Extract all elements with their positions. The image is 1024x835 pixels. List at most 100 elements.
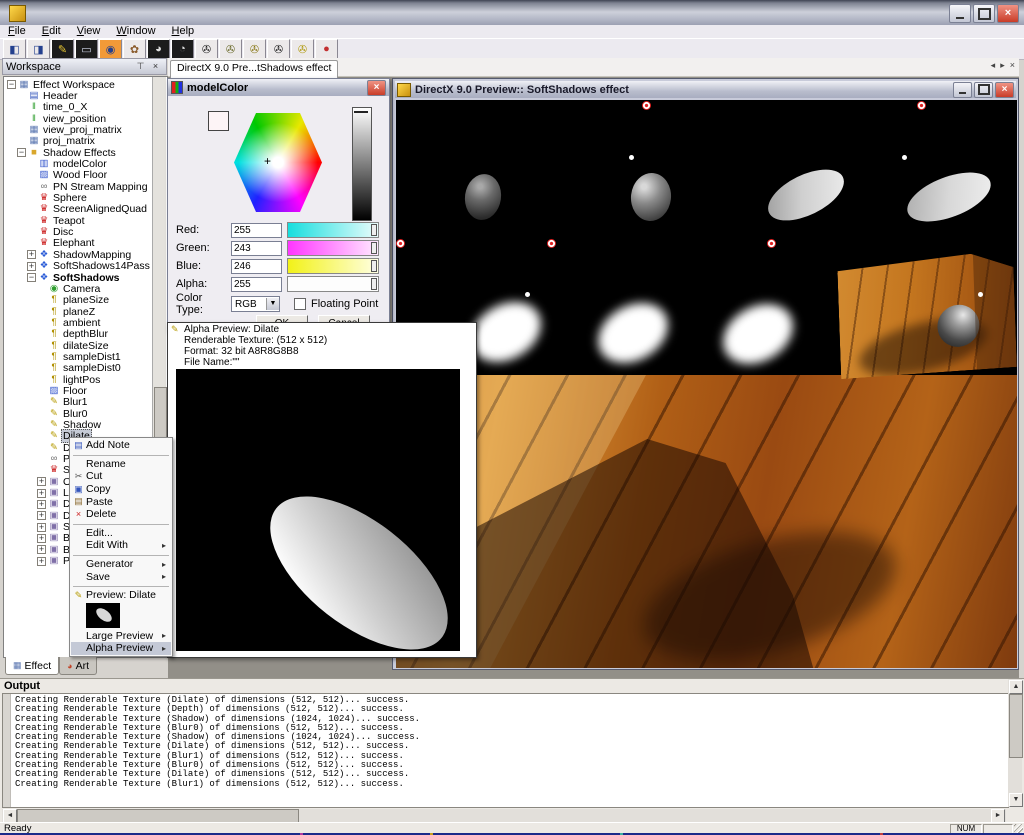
tab-scroll-left-icon[interactable]: ◂ [991, 60, 996, 71]
dialog-close-button[interactable]: × [367, 80, 386, 96]
context-menu-item[interactable]: ▸ [73, 586, 169, 587]
output-vscroll-thumb[interactable] [1009, 694, 1023, 758]
tree-expander[interactable]: + [37, 477, 46, 486]
tree-item[interactable]: ✎ Blur1 [5, 397, 151, 408]
tab-scroll-right-icon[interactable]: ▸ [1000, 60, 1005, 71]
tree-item[interactable]: − ❖ SoftShadows [5, 272, 151, 283]
toolbar-button[interactable]: ◨ [27, 39, 50, 59]
channel-slider[interactable] [287, 276, 379, 292]
preview-minimize-button[interactable] [953, 82, 972, 98]
tree-expander[interactable]: + [37, 500, 46, 509]
context-menu-item[interactable]: ▸ [71, 602, 171, 630]
channel-value-input[interactable]: 255 [231, 223, 282, 238]
channel-value-input[interactable]: 246 [231, 259, 282, 274]
toolbar-button[interactable]: ◉ [99, 39, 122, 59]
output-log[interactable]: Creating Renderable Texture (Dilate) of … [2, 693, 1009, 808]
tree-item[interactable]: ¶ lightPos [5, 374, 151, 385]
tree-item[interactable]: ‖ time_0_X [5, 102, 151, 113]
tree-item[interactable]: ♛ Teapot [5, 215, 151, 226]
scroll-down-icon[interactable]: ▼ [1009, 793, 1023, 807]
menu-item[interactable]: File [2, 25, 32, 38]
color-hex-wheel[interactable] [234, 113, 322, 212]
tree-item[interactable]: ♛ Sphere [5, 192, 151, 203]
tree-item[interactable]: ✎ Blur0 [5, 408, 151, 419]
floating-point-checkbox[interactable] [294, 298, 306, 310]
context-menu-item[interactable]: ▸ [73, 524, 169, 525]
context-menu-item[interactable]: ✂ Cut ▸ [71, 470, 171, 483]
output-horizontal-scrollbar[interactable]: ◄ ► [2, 809, 1006, 822]
tree-expander[interactable]: + [37, 534, 46, 543]
toolbar-button[interactable]: ◔ [171, 39, 194, 59]
scroll-up-icon[interactable]: ▲ [1009, 680, 1023, 694]
tree-item[interactable]: ▨ Wood Floor [5, 170, 151, 181]
menu-item[interactable]: Edit [36, 25, 67, 38]
pin-icon[interactable]: ⊤ [133, 60, 148, 74]
toolbar-button[interactable]: ◕ [147, 39, 170, 59]
preview-close-button[interactable]: × [995, 82, 1014, 98]
context-menu-item[interactable]: Large Preview ▸ [71, 630, 171, 643]
tree-item[interactable]: ◉ Camera [5, 283, 151, 294]
channel-slider[interactable] [287, 258, 379, 274]
tree-item[interactable]: ¶ planeSize [5, 295, 151, 306]
workspace-tab[interactable]: ◕ Art [59, 657, 97, 675]
output-hscroll-thumb[interactable] [17, 809, 299, 823]
tree-item[interactable]: ▦ proj_matrix [5, 136, 151, 147]
tree-expander[interactable]: + [37, 557, 46, 566]
tree-item[interactable]: ¶ depthBlur [5, 329, 151, 340]
context-menu-item[interactable]: ▸ [73, 555, 169, 556]
context-menu-item[interactable]: ▣ Copy ▸ [71, 483, 171, 496]
context-menu-item[interactable]: Save ▸ [71, 570, 171, 583]
tree-expander[interactable]: + [27, 262, 36, 271]
tree-item[interactable]: + ❖ SoftShadows14Pass [5, 261, 151, 272]
toolbar-button[interactable]: ● [315, 39, 338, 59]
menu-item[interactable]: Help [166, 25, 201, 38]
context-menu-item[interactable]: Rename ▸ [71, 458, 171, 471]
context-menu-item[interactable]: ✎ Preview: Dilate ▸ [71, 589, 171, 602]
tree-item[interactable]: ¶ sampleDist1 [5, 351, 151, 362]
toolbar-button[interactable]: ✇ [291, 39, 314, 59]
tree-expander[interactable]: − [17, 148, 26, 157]
channel-value-input[interactable]: 243 [231, 241, 282, 256]
color-type-dropdown[interactable]: RGB▼ [231, 296, 280, 312]
tree-item[interactable]: ♛ Elephant [5, 238, 151, 249]
context-menu-item[interactable]: × Delete ▸ [71, 508, 171, 521]
document-tab[interactable]: DirectX 9.0 Pre...tShadows effect [170, 60, 338, 78]
output-vertical-scrollbar[interactable]: ▲ ▼ [1008, 679, 1022, 807]
tree-expander[interactable]: + [37, 489, 46, 498]
close-icon[interactable]: × [148, 60, 163, 74]
maximize-button[interactable] [973, 4, 995, 23]
menu-item[interactable]: Window [110, 25, 161, 38]
tree-item[interactable]: ▦ view_proj_matrix [5, 124, 151, 135]
tree-item[interactable]: ‖ view_position [5, 113, 151, 124]
tree-item[interactable]: − ■ Shadow Effects [5, 147, 151, 158]
toolbar-button[interactable]: ▭ [75, 39, 98, 59]
tree-item[interactable]: ¶ planeZ [5, 306, 151, 317]
close-button[interactable]: × [997, 4, 1019, 23]
toolbar-button[interactable]: ✇ [195, 39, 218, 59]
context-menu-item[interactable]: ▤ Add Note ▸ [71, 439, 171, 452]
tree-expander[interactable]: − [27, 273, 36, 282]
context-menu-item[interactable]: Alpha Preview ▸ [71, 642, 171, 655]
resize-grip[interactable] [1014, 824, 1023, 833]
tree-expander[interactable]: + [37, 523, 46, 532]
tree-item[interactable]: ♛ Disc [5, 226, 151, 237]
tree-expander[interactable]: + [27, 250, 36, 259]
render-viewport[interactable] [396, 100, 1017, 668]
minimize-button[interactable] [949, 4, 971, 23]
scroll-right-icon[interactable]: ► [991, 809, 1005, 823]
menu-item[interactable]: View [71, 25, 107, 38]
context-menu-item[interactable]: Edit With ▸ [71, 539, 171, 552]
tree-expander[interactable]: − [7, 80, 16, 89]
tree-item[interactable]: ▨ Floor [5, 385, 151, 396]
tree-item[interactable]: ¶ ambient [5, 317, 151, 328]
brightness-slider[interactable] [352, 107, 372, 221]
context-menu-item[interactable]: Edit... ▸ [71, 527, 171, 540]
context-menu-item[interactable]: ▤ Paste ▸ [71, 495, 171, 508]
tree-item[interactable]: ♛ ScreenAlignedQuad [5, 204, 151, 215]
tab-close-icon[interactable]: × [1010, 60, 1015, 71]
tree-item[interactable]: − ▦ Effect Workspace [5, 79, 151, 90]
scroll-left-icon[interactable]: ◄ [3, 809, 17, 823]
channel-slider[interactable] [287, 240, 379, 256]
toolbar-button[interactable]: ✇ [219, 39, 242, 59]
context-menu-item[interactable]: Generator ▸ [71, 558, 171, 571]
